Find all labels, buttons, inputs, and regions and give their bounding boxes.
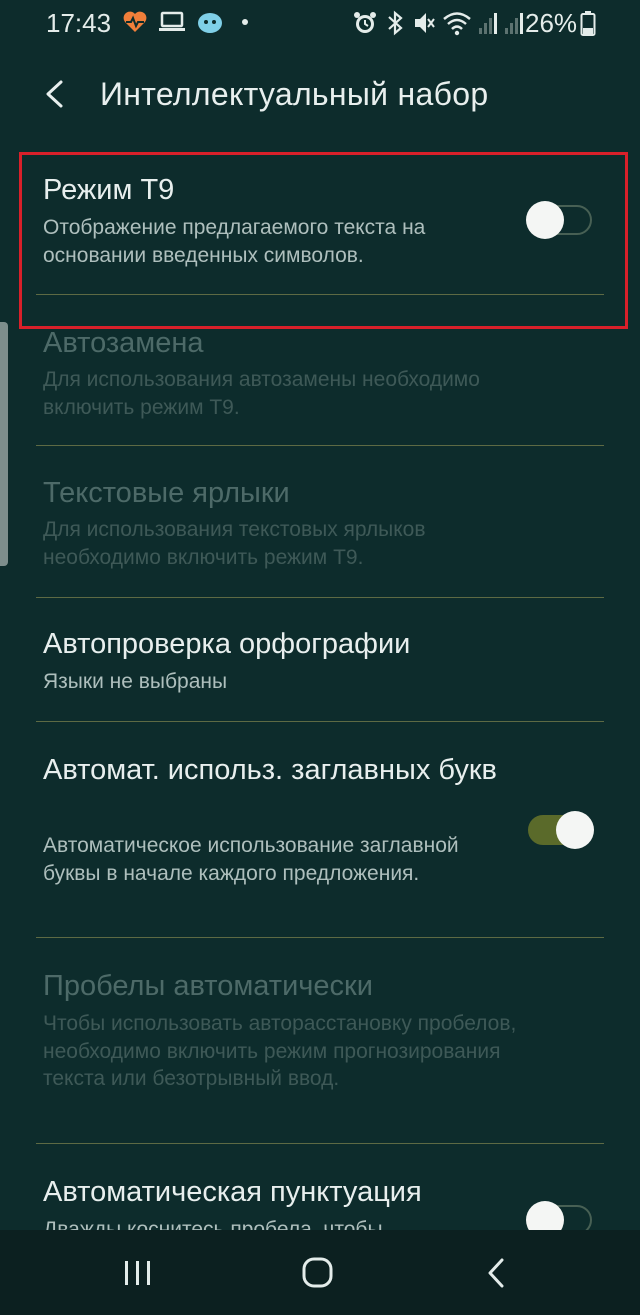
setting-title: Автомат. использ. заглавных букв — [43, 754, 497, 786]
setting-subtitle: Языки не выбраны — [43, 670, 228, 693]
back-button[interactable] — [36, 74, 76, 114]
page-title: Интеллектуальный набор — [100, 76, 489, 112]
signal-icon — [478, 10, 498, 41]
setting-text-shortcuts[interactable]: Текстовые ярлыки Для использования текст… — [0, 446, 640, 598]
status-time: 17:43 — [46, 8, 112, 38]
bluetooth-icon — [384, 10, 406, 41]
setting-subtitle: Дважды коснитесь пробела, чтобы — [43, 1218, 383, 1230]
heart-pulse-icon — [122, 10, 148, 39]
home-button[interactable] — [293, 1250, 343, 1296]
setting-title: Текстовые ярлыки — [43, 477, 290, 509]
battery-icon — [580, 11, 596, 42]
setting-auto-spacing[interactable]: Пробелы автоматически Чтобы использовать… — [0, 938, 640, 1144]
toggle-thumb — [556, 811, 594, 849]
home-icon — [293, 1257, 343, 1300]
setting-title: Автозамена — [43, 327, 204, 359]
edge-panel-handle[interactable] — [0, 322, 8, 566]
setting-subtitle: Чтобы использовать авторасстановку пробе… — [43, 1012, 517, 1090]
chevron-left-icon — [36, 80, 76, 118]
setting-subtitle: Для использования текстовых ярлыков необ… — [43, 518, 426, 569]
setting-title: Пробелы автоматически — [43, 970, 373, 1002]
setting-subtitle: Отображение предлагаемого текста на осно… — [43, 216, 426, 267]
auto-capitalization-toggle[interactable] — [528, 811, 594, 849]
recent-apps-button[interactable] — [113, 1250, 163, 1296]
auto-punctuation-toggle[interactable] — [526, 1201, 592, 1230]
setting-spell-check[interactable]: Автопроверка орфографии Языки не выбраны — [0, 598, 640, 722]
nav-back-button[interactable] — [473, 1250, 523, 1296]
laptop-icon — [158, 11, 186, 38]
setting-auto-capitalization[interactable]: Автомат. использ. заглавных букв Автомат… — [0, 722, 640, 938]
app-bubble-icon — [196, 10, 224, 39]
settings-list[interactable]: Режим T9 Отображение предлагаемого текст… — [0, 150, 640, 1230]
signal-icon — [504, 10, 524, 41]
app-bar: Интеллектуальный набор — [0, 62, 640, 126]
navigation-bar — [0, 1230, 640, 1315]
status-bar: 17:43 26% — [0, 0, 640, 46]
toggle-thumb — [526, 201, 564, 239]
setting-title: Автопроверка орфографии — [43, 628, 411, 660]
status-right-icons — [352, 10, 524, 41]
alarm-icon — [352, 10, 378, 41]
setting-auto-punctuation[interactable]: Автоматическая пунктуация Дважды косните… — [0, 1144, 640, 1230]
setting-subtitle: Автоматическое использование заглавной б… — [43, 834, 459, 885]
setting-autocorrect[interactable]: Автозамена Для использования автозамены … — [0, 295, 640, 446]
vibrate-mute-icon — [412, 10, 436, 41]
wifi-icon — [442, 10, 472, 41]
more-dots-icon — [234, 11, 256, 38]
setting-subtitle: Для использования автозамены необходимо … — [43, 368, 480, 419]
setting-t9-mode[interactable]: Режим T9 Отображение предлагаемого текст… — [0, 150, 640, 295]
setting-title: Режим T9 — [43, 174, 175, 206]
back-icon — [473, 1258, 523, 1300]
status-left-icons — [122, 10, 256, 39]
t9-mode-toggle[interactable] — [526, 201, 592, 239]
setting-title: Автоматическая пунктуация — [43, 1176, 422, 1208]
battery-percent: 26% — [525, 8, 578, 38]
recent-apps-icon — [113, 1261, 163, 1300]
